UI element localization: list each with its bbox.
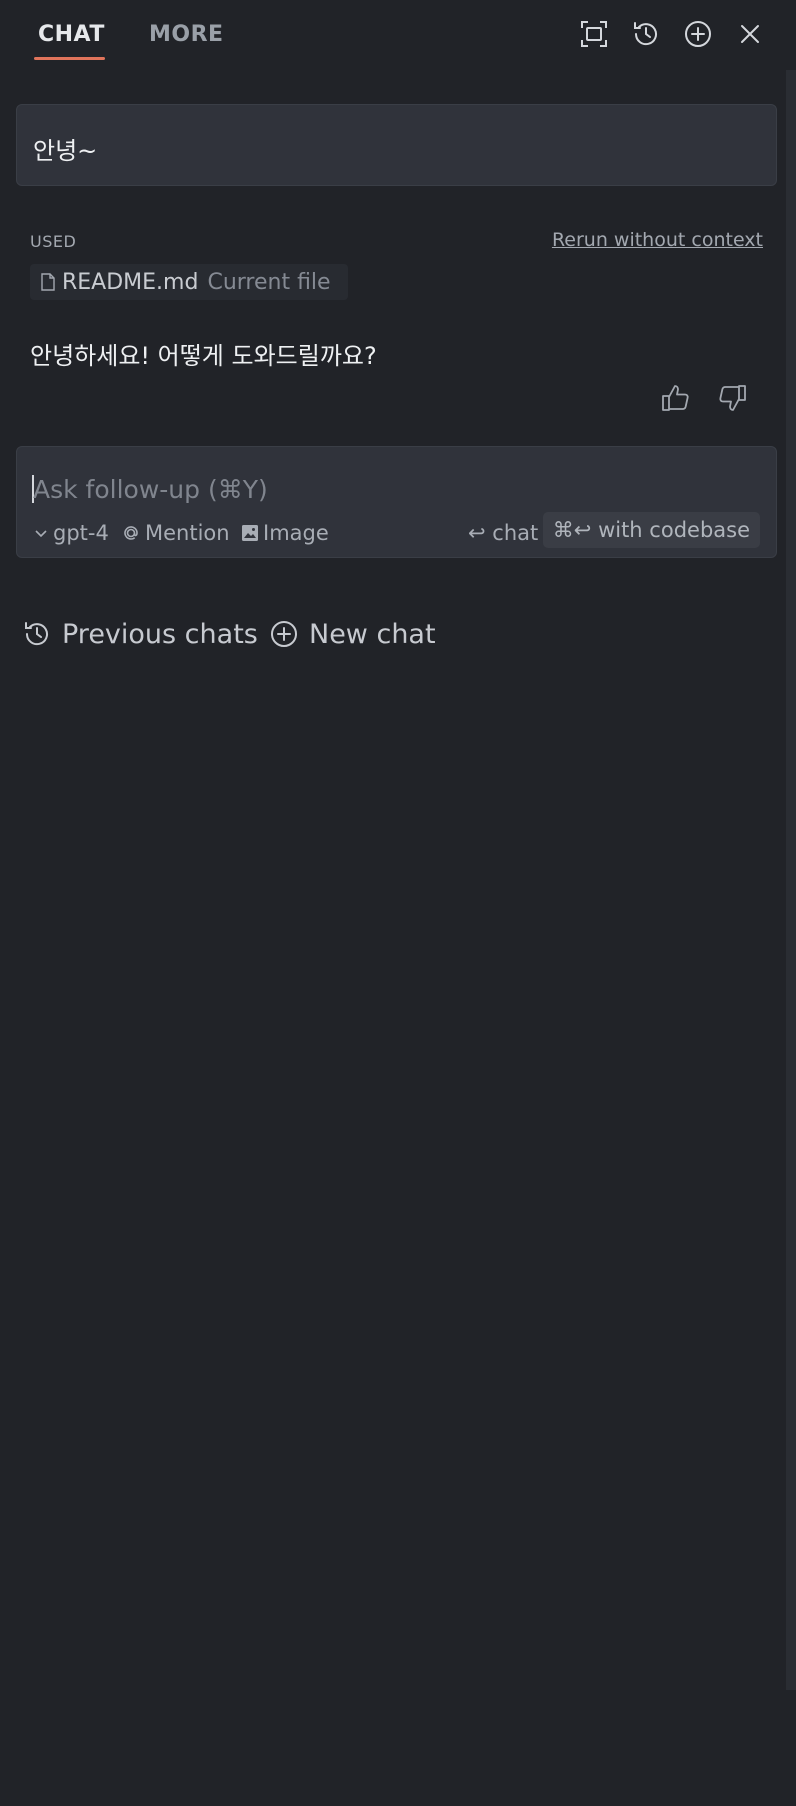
follow-up-input[interactable] [33,469,753,509]
user-message: 안녕~ [16,104,777,186]
codebase-submit-button[interactable]: ⌘↩ with codebase [542,512,760,548]
chat-submit-button[interactable]: ↩ chat [468,519,538,547]
mention-label: Mention [145,521,230,545]
at-icon [121,523,141,543]
new-chat-label: New chat [309,618,436,650]
history-icon[interactable] [628,16,664,52]
new-chat-button[interactable]: New chat [269,614,436,654]
codebase-shortcut-label: ⌘↩ with codebase [552,518,750,542]
tab-chat[interactable]: CHAT [38,22,105,47]
follow-up-input-box: gpt-4 Mention Image ↩ chat ⌘↩ with codeb… [16,446,777,558]
thumbs-up-icon[interactable] [656,378,696,418]
chevron-down-icon [33,525,49,541]
top-bar: CHAT MORE [0,0,796,70]
add-icon[interactable] [680,16,716,52]
add-icon [271,621,297,647]
mention-button[interactable]: Mention [121,519,230,547]
image-button[interactable]: Image [241,519,329,547]
scrollbar[interactable] [786,70,796,1690]
model-label: gpt-4 [53,521,109,545]
context-file-sub: Current file [207,269,331,295]
history-icon [25,622,48,646]
rerun-without-context-link[interactable]: Rerun without context [552,229,763,251]
thumbs-down-icon[interactable] [712,378,752,418]
context-file-name: README.md [62,269,199,295]
close-icon[interactable] [732,16,768,52]
context-file-chip[interactable]: README.md Current file [30,264,348,300]
assistant-message: 안녕하세요! 어떻게 도와드릴까요? [30,342,377,370]
maximize-icon[interactable] [576,16,612,52]
file-icon [41,273,55,291]
image-icon [241,524,259,542]
used-context-label: USED [30,232,77,251]
previous-chats-label: Previous chats [62,618,258,650]
model-selector[interactable]: gpt-4 [33,519,109,547]
chat-shortcut-label: ↩ chat [468,521,539,545]
user-message-text: 안녕~ [33,137,98,165]
active-tab-indicator [34,57,105,60]
previous-chats-button[interactable]: Previous chats [22,614,258,654]
image-label: Image [263,521,329,545]
tab-more[interactable]: MORE [149,22,224,47]
